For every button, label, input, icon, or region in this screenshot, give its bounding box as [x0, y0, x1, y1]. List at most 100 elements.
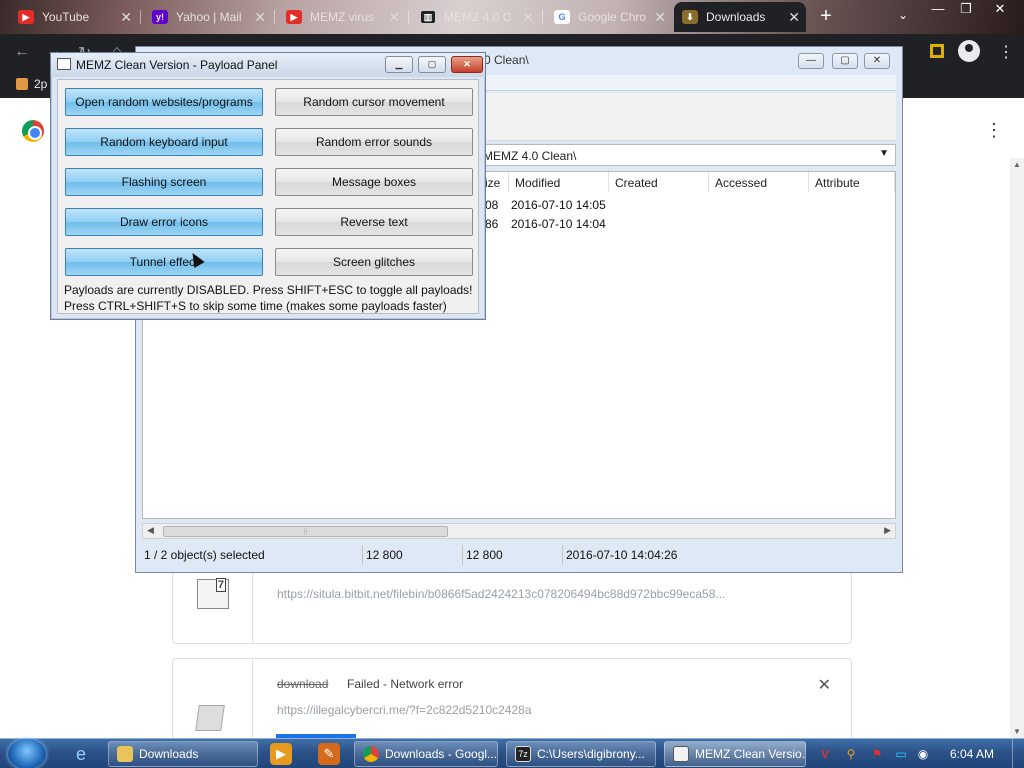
show-desktop-button[interactable]	[1012, 739, 1024, 768]
title-bar[interactable]: MEMZ Clean Version - Payload Panel ▁ ▢ ✕	[51, 53, 485, 77]
taskbar-item-downloads-folder[interactable]: Downloads	[108, 741, 258, 767]
start-button[interactable]	[8, 739, 46, 768]
message-boxes-button[interactable]: Message boxes	[275, 168, 473, 196]
taskbar-item-label: Downloads	[139, 747, 199, 761]
column-attributes[interactable]: Attribute	[809, 172, 895, 192]
chrome-menu-icon[interactable]: ⋮	[998, 42, 1014, 62]
new-tab-button[interactable]: +	[816, 6, 836, 26]
tab-youtube[interactable]: ▶ YouTube ✕	[10, 2, 138, 32]
error-sounds-button[interactable]: Random error sounds	[275, 128, 473, 156]
keyboard-input-button[interactable]: Random keyboard input	[65, 128, 263, 156]
app-pinned-icon[interactable]: ✎	[318, 743, 340, 765]
close-icon[interactable]: ✕	[522, 10, 534, 24]
bookmark-item[interactable]: 2p	[16, 77, 47, 91]
scroll-down-icon[interactable]: ▼	[1013, 727, 1021, 736]
flashing-screen-button[interactable]: Flashing screen	[65, 168, 263, 196]
yahoo-icon: y!	[152, 10, 168, 24]
payload-skip-note: Press CTRL+SHIFT+S to skip some time (ma…	[64, 299, 447, 313]
tray-v-icon[interactable]: V	[818, 747, 832, 761]
bookmark-icon	[16, 78, 28, 90]
tab-memz-clean[interactable]: ▥ MEMZ 4.0 C ✕	[412, 2, 540, 32]
back-icon[interactable]: ←	[14, 43, 30, 61]
scroll-thumb[interactable]: ⦙⦙	[163, 526, 448, 537]
status-timestamp: 2016-07-10 14:04:26	[566, 548, 678, 562]
cursor-movement-button[interactable]: Random cursor movement	[275, 88, 473, 116]
tray-flag-icon[interactable]: ⚑	[870, 747, 884, 761]
tab-yahoo-mail[interactable]: y! Yahoo | Mail ✕	[144, 2, 272, 32]
row-modified[interactable]: 2016-07-10 14:04	[511, 217, 606, 231]
window-title: MEMZ Clean Version - Payload Panel	[76, 58, 278, 72]
scroll-up-icon[interactable]: ▲	[1013, 160, 1021, 169]
maximize-icon[interactable]: ▢	[832, 53, 858, 69]
column-accessed[interactable]: Accessed	[709, 172, 809, 192]
tray-volume-icon[interactable]: ◉	[916, 747, 930, 761]
row-size[interactable]: 08	[485, 198, 498, 212]
file-icon-label: 7	[215, 578, 226, 592]
archive-icon: ▥	[420, 10, 436, 24]
close-icon[interactable]: ✕	[864, 53, 890, 69]
download-icon-column	[173, 659, 253, 739]
download-status: Failed - Network error	[347, 677, 464, 691]
file-icon	[195, 705, 225, 731]
internet-explorer-icon[interactable]: e	[70, 743, 92, 765]
google-icon: G	[554, 10, 570, 24]
open-websites-button[interactable]: Open random websites/programs	[65, 88, 263, 116]
download-url[interactable]: https://situla.bitbit.net/filebin/b0866f…	[277, 587, 725, 601]
scroll-right-icon[interactable]: ▶	[884, 525, 891, 536]
scroll-left-icon[interactable]: ◀	[147, 525, 154, 536]
close-icon[interactable]: ✕	[254, 10, 266, 24]
taskbar-item-memz[interactable]: MEMZ Clean Versio...	[664, 741, 806, 767]
tab-label: MEMZ 4.0 C	[444, 10, 512, 24]
status-bar: 1 / 2 object(s) selected 12 800 12 800 2…	[142, 544, 896, 566]
address-text: MEMZ 4.0 Clean\	[483, 149, 577, 163]
taskbar-clock[interactable]: 6:04 AM	[950, 747, 994, 761]
profile-avatar[interactable]	[958, 40, 980, 62]
browser-tab-strip: ▶ YouTube ✕ y! Yahoo | Mail ✕ ▶ MEMZ vir…	[0, 0, 1024, 34]
column-modified[interactable]: Modified	[509, 172, 609, 192]
dropdown-arrow-icon[interactable]: ▼	[879, 148, 889, 159]
more-options-icon[interactable]: ⋮	[985, 120, 1003, 141]
tab-google-chrome[interactable]: G Google Chro ✕	[546, 2, 672, 32]
tray-network-icon[interactable]: ▭	[894, 747, 908, 761]
tab-memz-virus[interactable]: ▶ MEMZ virus ✕	[278, 2, 406, 32]
memz-icon	[673, 746, 689, 762]
close-icon[interactable]: ✕	[120, 10, 132, 24]
draw-error-icons-button[interactable]: Draw error icons	[65, 208, 263, 236]
row-size[interactable]: 86	[485, 217, 498, 231]
tray-search-icon[interactable]: ⚲	[844, 747, 858, 761]
remove-download-icon[interactable]: ✕	[818, 675, 831, 695]
youtube-icon: ▶	[18, 10, 34, 24]
maximize-icon[interactable]: ▢	[418, 56, 446, 73]
minimize-icon[interactable]: —	[798, 53, 824, 69]
tab-downloads[interactable]: ⬇ Downloads ✕	[674, 2, 806, 32]
extension-icon[interactable]	[930, 44, 944, 58]
restore-icon[interactable]: ❐	[952, 0, 980, 18]
taskbar-item-7zip[interactable]: 7z C:\Users\digibrony...	[506, 741, 656, 767]
tunnel-effect-button[interactable]: Tunnel effect	[65, 248, 263, 276]
media-player-icon[interactable]: ▶	[270, 743, 292, 765]
app-icon	[57, 58, 71, 70]
close-icon[interactable]: ✕	[788, 10, 800, 24]
screen-glitches-button[interactable]: Screen glitches	[275, 248, 473, 276]
close-icon[interactable]: ✕	[388, 10, 400, 24]
tab-divider	[542, 10, 543, 24]
download-icon: ⬇	[682, 10, 698, 24]
minimize-icon[interactable]: —	[924, 0, 952, 18]
download-name: download	[277, 677, 329, 691]
tab-divider	[408, 10, 409, 24]
page-scrollbar[interactable]: ▲ ▼	[1010, 158, 1024, 738]
download-url[interactable]: https://illegalcybercri.me/?f=2c822d5210…	[277, 703, 532, 717]
row-modified[interactable]: 2016-07-10 14:05	[511, 198, 606, 212]
horizontal-scrollbar[interactable]: ◀ ⦙⦙ ▶	[142, 523, 896, 539]
close-icon[interactable]: ✕	[654, 10, 666, 24]
reverse-text-button[interactable]: Reverse text	[275, 208, 473, 236]
status-divider	[362, 545, 363, 565]
minimize-icon[interactable]: ▁	[385, 56, 413, 73]
close-icon[interactable]: ✕	[986, 0, 1014, 18]
bookmark-label: 2p	[34, 77, 48, 91]
close-icon[interactable]: ✕	[451, 56, 483, 73]
tab-search-icon[interactable]: ⌄	[898, 8, 908, 22]
taskbar-item-label: MEMZ Clean Versio...	[695, 747, 806, 761]
taskbar-item-chrome[interactable]: Downloads - Googl...	[354, 741, 498, 767]
column-created[interactable]: Created	[609, 172, 709, 192]
